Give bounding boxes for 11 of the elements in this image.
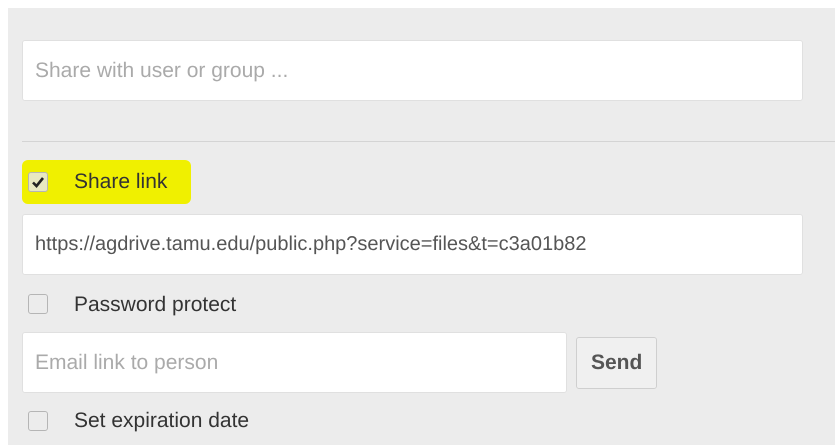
checkbox[interactable] bbox=[28, 172, 48, 192]
share-field[interactable]: Share with user or group ... bbox=[22, 40, 803, 101]
send-button[interactable]: Send bbox=[576, 336, 658, 388]
check-icon bbox=[31, 174, 45, 189]
option-label: Password protect bbox=[74, 292, 236, 318]
checkbox[interactable] bbox=[28, 294, 48, 314]
option-label: Share link bbox=[74, 169, 168, 195]
link-field[interactable]: https://agdrive.tamu.edu/public.php?service=files&t=c3a01b82 bbox=[22, 214, 803, 274]
checkbox[interactable] bbox=[28, 410, 48, 431]
option-label: Set expiration date bbox=[74, 408, 250, 434]
email-field[interactable]: Email link to person bbox=[22, 332, 567, 393]
